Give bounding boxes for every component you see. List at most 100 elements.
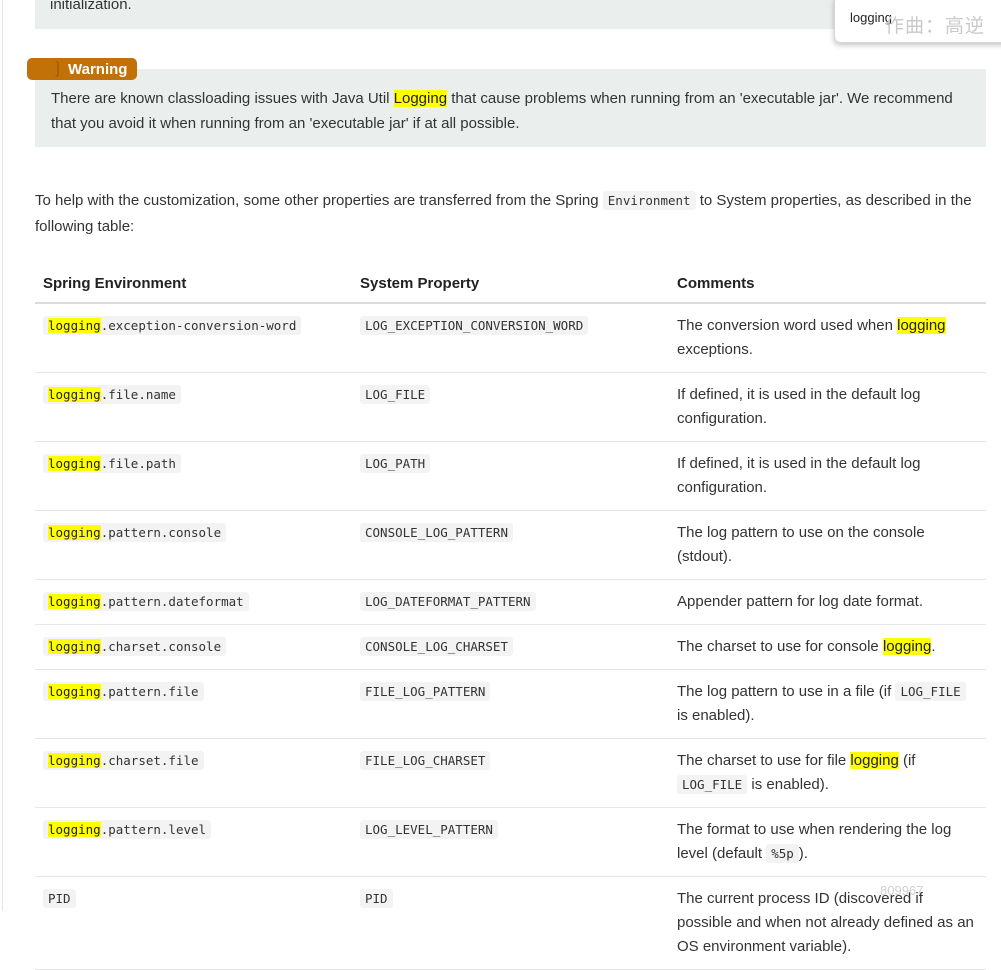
- inline-code: %5p: [766, 844, 799, 863]
- system-property-code: PID: [360, 889, 393, 908]
- table-row: logging.file.name LOG_FILE If defined, it …: [35, 372, 986, 442]
- env-property-code: logging.exception-conversion-word: [43, 316, 302, 335]
- comment-text: The conversion word used when: [677, 317, 898, 334]
- cell-spring-environment: logging.pattern.dateformat: [35, 579, 352, 625]
- warning-text-part: There are known classloading issues with…: [51, 90, 394, 107]
- cell-spring-environment: logging.file.name: [35, 372, 352, 442]
- header-spring-environment: Spring Environment: [35, 264, 352, 304]
- inline-code: Environment: [602, 191, 696, 210]
- comment-text: The charset to use for file: [677, 752, 851, 769]
- system-property-code: LOG_EXCEPTION_CONVERSION_WORD: [360, 316, 589, 335]
- search-match: logging: [48, 456, 101, 471]
- comment-text: The current process ID (discovered if po…: [677, 890, 974, 955]
- cell-system-property: LOG_LEVEL_PATTERN: [352, 807, 669, 877]
- cell-comments: The log pattern to use in a file (if LOG…: [669, 669, 986, 739]
- warning-text: There are known classloading issues with…: [51, 86, 971, 136]
- table-row: logging.file.path LOG_PATH If defined, it …: [35, 441, 986, 511]
- comment-text: The charset to use for console: [677, 638, 883, 655]
- env-property-rest: .pattern.console: [100, 525, 222, 540]
- env-property-rest: .pattern.level: [100, 822, 207, 837]
- cell-comments: The log pattern to use on the console (s…: [669, 510, 986, 580]
- cell-comments: If defined, it is used in the default lo…: [669, 441, 986, 511]
- cell-comments: The conversion word used when logging ex…: [669, 303, 986, 373]
- env-property-code: logging.pattern.file: [43, 682, 204, 701]
- env-property-code: logging.pattern.level: [43, 820, 212, 839]
- inline-code: LOG_FILE: [677, 775, 748, 794]
- cell-system-property: FILE_LOG_PATTERN: [352, 669, 669, 739]
- properties-table: Spring Environment System Property Comme…: [35, 264, 986, 970]
- system-property-code: CONSOLE_LOG_CHARSET: [360, 637, 513, 656]
- cell-comments: Appender pattern for log date format.: [669, 579, 986, 625]
- header-system-property: System Property: [352, 264, 669, 304]
- comment-text: is enabled).: [677, 707, 755, 724]
- search-match: logging: [48, 318, 101, 333]
- cell-comments: The current process ID (discovered if po…: [669, 876, 986, 970]
- cell-spring-environment: logging.charset.file: [35, 738, 352, 808]
- system-property-code: LOG_FILE: [360, 385, 431, 404]
- comment-text: If defined, it is used in the default lo…: [677, 455, 921, 496]
- cell-system-property: LOG_EXCEPTION_CONVERSION_WORD: [352, 303, 669, 373]
- system-property-code: CONSOLE_LOG_PATTERN: [360, 523, 513, 542]
- comment-text: exceptions.: [677, 341, 753, 358]
- system-property-code: FILE_LOG_CHARSET: [360, 751, 491, 770]
- env-property-code: PID: [43, 889, 76, 908]
- env-property-code: logging.pattern.console: [43, 523, 227, 542]
- search-match: Logging: [393, 90, 448, 107]
- warning-label: Warning: [68, 61, 128, 78]
- cell-system-property: LOG_DATEFORMAT_PATTERN: [352, 579, 669, 625]
- env-property-rest: .file.path: [100, 456, 176, 471]
- table-row: logging.pattern.file FILE_LOG_PATTERN The …: [35, 669, 986, 739]
- cell-system-property: CONSOLE_LOG_PATTERN: [352, 510, 669, 580]
- corner-watermark: 809967: [880, 883, 924, 898]
- comment-text: ).: [798, 845, 808, 862]
- search-match: logging: [48, 684, 101, 699]
- cell-comments: The charset to use for file logging (if …: [669, 738, 986, 808]
- search-match: logging: [48, 594, 101, 609]
- search-match: logging: [48, 387, 101, 402]
- env-property-rest: PID: [48, 891, 71, 906]
- env-property-code: logging.charset.file: [43, 751, 204, 770]
- table-header-row: Spring Environment System Property Comme…: [35, 264, 986, 304]
- cell-spring-environment: logging.pattern.console: [35, 510, 352, 580]
- comment-text: Appender pattern for log date format.: [677, 593, 923, 610]
- comment-text: is enabled).: [747, 776, 829, 793]
- intro-paragraph: To help with the customization, some oth…: [35, 188, 990, 240]
- cell-comments: The charset to use for console logging.: [669, 624, 986, 670]
- comment-text: The log pattern to use in a file (if: [677, 683, 896, 700]
- search-match: logging: [48, 639, 101, 654]
- search-match: logging: [850, 752, 899, 769]
- env-property-rest: .charset.console: [100, 639, 222, 654]
- cell-system-property: FILE_LOG_CHARSET: [352, 738, 669, 808]
- env-property-code: logging.file.path: [43, 454, 181, 473]
- search-highlight-popup[interactable]: logging 作曲：高逆: [834, 0, 1001, 43]
- cell-comments: If defined, it is used in the default lo…: [669, 372, 986, 442]
- comment-text: The format to use when rendering the log…: [677, 821, 952, 862]
- cell-spring-environment: logging.file.path: [35, 441, 352, 511]
- previous-note-text: initialization.: [50, 0, 132, 13]
- warning-badge: Warning: [27, 58, 137, 80]
- table-row: logging.pattern.dateformat LOG_DATEFORMAT…: [35, 579, 986, 625]
- env-property-rest: .charset.file: [100, 753, 199, 768]
- env-property-code: logging.charset.console: [43, 637, 227, 656]
- env-property-rest: .pattern.dateformat: [100, 594, 244, 609]
- search-match: logging: [48, 525, 101, 540]
- table-row: logging.charset.console CONSOLE_LOG_CHARS…: [35, 624, 986, 670]
- search-match: logging: [48, 822, 101, 837]
- system-property-code: LOG_DATEFORMAT_PATTERN: [360, 592, 536, 611]
- watermark-text: 作曲：高逆: [885, 15, 986, 37]
- table-row: logging.charset.file FILE_LOG_CHARSET The …: [35, 738, 986, 808]
- system-property-code: LOG_PATH: [360, 454, 431, 473]
- search-match: logging: [48, 753, 101, 768]
- page-left-border: [2, 0, 3, 911]
- cell-spring-environment: PID: [35, 876, 352, 970]
- search-match: logging: [882, 638, 932, 655]
- env-property-rest: .pattern.file: [100, 684, 199, 699]
- intro-text: To help with the customization, some oth…: [35, 192, 603, 209]
- table-row: logging.pattern.console CONSOLE_LOG_PATTE…: [35, 510, 986, 580]
- env-property-rest: .file.name: [100, 387, 176, 402]
- env-property-code: logging.pattern.dateformat: [43, 592, 249, 611]
- comment-text: If defined, it is used in the default lo…: [677, 386, 921, 427]
- cell-system-property: CONSOLE_LOG_CHARSET: [352, 624, 669, 670]
- cell-spring-environment: logging.exception-conversion-word: [35, 303, 352, 373]
- table-row: PID PID The current process ID (discovered…: [35, 876, 986, 970]
